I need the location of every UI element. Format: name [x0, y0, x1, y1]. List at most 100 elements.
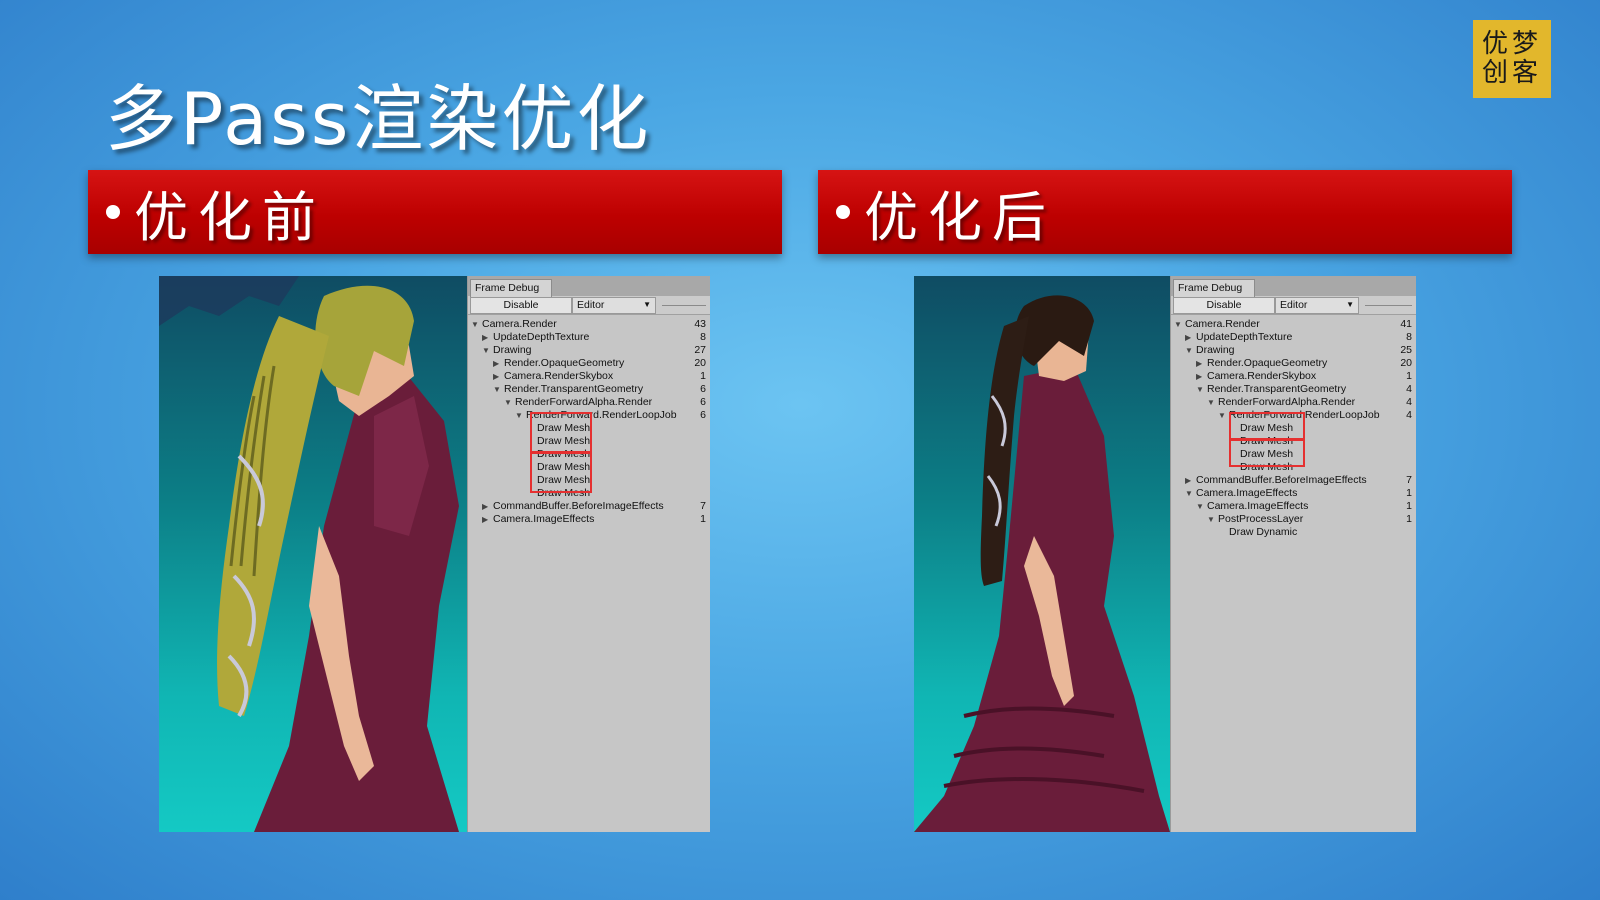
tree-row[interactable]: ▼ Camera.ImageEffects 1: [1171, 500, 1416, 513]
tree-row-count: 20: [694, 357, 706, 369]
tree-row-label: Camera.ImageEffects: [493, 513, 595, 525]
tree-row[interactable]: ▼ RenderForward.RenderLoopJob 4: [1171, 409, 1416, 422]
tree-row[interactable]: ▶ UpdateDepthTexture 8: [468, 331, 710, 344]
expand-right-icon[interactable]: ▶: [1185, 331, 1196, 344]
tree-row-count: 1: [700, 513, 706, 525]
character-render-before: [159, 276, 459, 832]
tree-row-label: CommandBuffer.BeforeImageEffects: [1196, 474, 1367, 486]
tree-row[interactable]: ▶ Camera.RenderSkybox 1: [468, 370, 710, 383]
tree-row-label: Draw Mesh: [1240, 461, 1294, 473]
expand-down-icon[interactable]: ▼: [1196, 500, 1207, 513]
expand-right-icon[interactable]: ▶: [493, 357, 504, 370]
tree-row[interactable]: Draw Mesh: [1171, 448, 1416, 461]
tree-row[interactable]: ▶ Render.OpaqueGeometry 20: [468, 357, 710, 370]
tree-row-count: 1: [1406, 370, 1412, 382]
tree-row-label: Camera.Render: [482, 318, 557, 330]
frame-debug-panel-before: Frame Debug Disable Editor ▼ ▼ Camera.Ren…: [467, 276, 710, 832]
tree-row[interactable]: Draw Mesh: [1171, 435, 1416, 448]
tree-row[interactable]: ▼ Render.TransparentGeometry 4: [1171, 383, 1416, 396]
disable-button[interactable]: Disable: [1173, 296, 1275, 314]
expand-right-icon[interactable]: ▶: [1196, 357, 1207, 370]
expand-right-icon[interactable]: ▶: [482, 500, 493, 513]
tree-row[interactable]: Draw Mesh: [1171, 422, 1416, 435]
tree-row-label: Drawing: [493, 344, 532, 356]
tree-row-label: Draw Dynamic: [1229, 526, 1298, 538]
expand-right-icon[interactable]: ▶: [482, 331, 493, 344]
expand-right-icon[interactable]: ▶: [1196, 370, 1207, 383]
tree-row[interactable]: ▼ Camera.ImageEffects 1: [1171, 487, 1416, 500]
expand-down-icon[interactable]: ▼: [1196, 383, 1207, 396]
editor-dropdown[interactable]: Editor ▼: [572, 296, 656, 314]
expand-down-icon[interactable]: ▼: [471, 318, 482, 331]
toolbar-divider[interactable]: [1365, 304, 1412, 306]
tree-row[interactable]: ▶ Render.OpaqueGeometry 20: [1171, 357, 1416, 370]
tree-row[interactable]: ▶ CommandBuffer.BeforeImageEffects 7: [1171, 474, 1416, 487]
bullet-icon: [106, 205, 120, 219]
tree-row-label: Render.OpaqueGeometry: [504, 357, 625, 369]
tree-row[interactable]: Draw Mesh: [468, 422, 710, 435]
expand-down-icon[interactable]: ▼: [1218, 409, 1229, 422]
tree-row-label: Draw Mesh: [1240, 435, 1294, 447]
tree-row[interactable]: ▼ RenderForwardAlpha.Render 4: [1171, 396, 1416, 409]
tree-row-label: Draw Mesh: [537, 474, 591, 486]
expand-down-icon[interactable]: ▼: [515, 409, 526, 422]
character-render-after: [914, 295, 1170, 832]
tree-row-count: 43: [694, 318, 706, 330]
tree-row-count: 20: [1400, 357, 1412, 369]
tree-row-label: Render.TransparentGeometry: [504, 383, 644, 395]
tree-row[interactable]: ▼ Render.TransparentGeometry 6: [468, 383, 710, 396]
tab-frame-debug[interactable]: Frame Debug: [1173, 279, 1256, 297]
expand-down-icon[interactable]: ▼: [1185, 344, 1196, 357]
tree-row-label: UpdateDepthTexture: [493, 331, 590, 343]
tree-row[interactable]: ▶ UpdateDepthTexture 8: [1171, 331, 1416, 344]
tree-row-label: Drawing: [1196, 344, 1235, 356]
tree-row-label: Camera.RenderSkybox: [504, 370, 614, 382]
tree-row[interactable]: Draw Mesh: [468, 474, 710, 487]
tree-row-count: 4: [1406, 396, 1412, 408]
tree-row[interactable]: ▶ Camera.ImageEffects 1: [468, 513, 710, 526]
expand-down-icon[interactable]: ▼: [493, 383, 504, 396]
editor-dropdown[interactable]: Editor ▼: [1275, 296, 1359, 314]
tab-frame-debug[interactable]: Frame Debug: [470, 279, 553, 297]
tree-row-count: 1: [1406, 513, 1412, 525]
tree-row[interactable]: ▶ CommandBuffer.BeforeImageEffects 7: [468, 500, 710, 513]
tree-row-label: PostProcessLayer: [1218, 513, 1304, 525]
tree-row-label: Draw Mesh: [1240, 448, 1294, 460]
tree-row[interactable]: ▼ Camera.Render 43: [468, 318, 710, 331]
expand-down-icon[interactable]: ▼: [1207, 396, 1218, 409]
tree-row[interactable]: ▼ Camera.Render 41: [1171, 318, 1416, 331]
screenshot-after: Frame Debug Disable Editor ▼ ▼ Camera.Ren…: [914, 276, 1416, 832]
tree-row[interactable]: Draw Mesh: [468, 487, 710, 500]
tree-row[interactable]: ▶ Camera.RenderSkybox 1: [1171, 370, 1416, 383]
expand-right-icon[interactable]: ▶: [493, 370, 504, 383]
tree-row[interactable]: ▼ Drawing 27: [468, 344, 710, 357]
tree-row-label: UpdateDepthTexture: [1196, 331, 1293, 343]
tree-row[interactable]: ▼ RenderForwardAlpha.Render 6: [468, 396, 710, 409]
event-tree: ▼ Camera.Render 41 ▶ UpdateDepthTexture 8 ▼ Dra…: [1171, 315, 1416, 539]
frame-debug-panel-after: Frame Debug Disable Editor ▼ ▼ Camera.Ren…: [1170, 276, 1416, 832]
tree-row[interactable]: Draw Mesh: [1171, 461, 1416, 474]
tree-row[interactable]: Draw Mesh: [468, 461, 710, 474]
panel-toolbar: Disable Editor ▼: [1171, 296, 1416, 315]
tree-row-label: Render.TransparentGeometry: [1207, 383, 1347, 395]
tree-row-count: 7: [700, 500, 706, 512]
tree-row-label: RenderForwardAlpha.Render: [515, 396, 653, 408]
expand-right-icon[interactable]: ▶: [482, 513, 493, 526]
toolbar-divider[interactable]: [662, 304, 706, 306]
tree-row[interactable]: ▼ Drawing 25: [1171, 344, 1416, 357]
expand-down-icon[interactable]: ▼: [504, 396, 515, 409]
tree-row[interactable]: Draw Mesh: [468, 448, 710, 461]
expand-down-icon[interactable]: ▼: [1207, 513, 1218, 526]
tree-row[interactable]: ▼ RenderForward.RenderLoopJob 6: [468, 409, 710, 422]
tree-row[interactable]: Draw Mesh: [468, 435, 710, 448]
tree-row-label: RenderForward.RenderLoopJob: [526, 409, 677, 421]
disable-button[interactable]: Disable: [470, 296, 572, 314]
expand-down-icon[interactable]: ▼: [1174, 318, 1185, 331]
expand-down-icon[interactable]: ▼: [1185, 487, 1196, 500]
expand-down-icon[interactable]: ▼: [482, 344, 493, 357]
tree-row-count: 4: [1406, 383, 1412, 395]
expand-right-icon[interactable]: ▶: [1185, 474, 1196, 487]
banner-before-label: 优化前: [134, 185, 326, 249]
tree-row[interactable]: Draw Dynamic: [1171, 526, 1416, 539]
tree-row[interactable]: ▼ PostProcessLayer 1: [1171, 513, 1416, 526]
